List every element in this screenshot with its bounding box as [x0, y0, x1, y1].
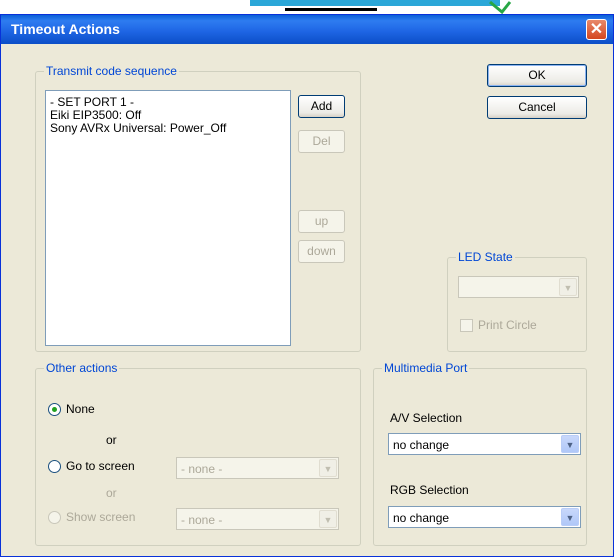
list-item[interactable]: Eiki EIP3500: Off [50, 108, 141, 122]
led-state-select[interactable]: ▼ [458, 276, 579, 298]
goto-screen-select[interactable]: - none - ▼ [176, 457, 339, 479]
background-underline [285, 8, 377, 11]
move-down-button[interactable]: down [298, 240, 345, 263]
print-circle-label: Print Circle [478, 318, 537, 332]
timeout-actions-dialog: Timeout Actions ✕ OK Cancel Transmit cod… [0, 14, 614, 557]
chevron-down-icon: ▼ [561, 435, 579, 453]
chevron-down-icon: ▼ [319, 459, 337, 477]
add-button[interactable]: Add [298, 95, 345, 118]
none-label: None [66, 402, 95, 416]
delete-button[interactable]: Del [298, 130, 345, 153]
or-label: or [106, 486, 117, 500]
av-selection-select[interactable]: no change ▼ [388, 433, 581, 455]
move-up-button[interactable]: up [298, 210, 345, 233]
multimedia-port-group-label: Multimedia Port [382, 361, 470, 375]
close-button[interactable]: ✕ [586, 19, 607, 40]
chevron-down-icon: ▼ [319, 510, 337, 528]
other-actions-group-label: Other actions [44, 361, 120, 375]
goto-screen-radio[interactable] [48, 460, 61, 473]
transmit-code-group: Transmit code sequence - SET PORT 1 - Ei… [35, 64, 361, 352]
show-screen-select[interactable]: - none - ▼ [176, 508, 339, 530]
chevron-down-icon: ▼ [561, 508, 579, 526]
background-bar [250, 0, 500, 6]
list-item[interactable]: - SET PORT 1 - [50, 95, 134, 109]
goto-screen-value: - none - [181, 462, 223, 476]
led-state-group-label: LED State [456, 250, 515, 264]
list-item[interactable]: Sony AVRx Universal: Power_Off [50, 121, 226, 135]
other-actions-group: Other actions None or Go to screen - non… [35, 361, 361, 546]
window-title: Timeout Actions [11, 21, 120, 37]
close-icon: ✕ [589, 21, 604, 38]
rgb-selection-label: RGB Selection [390, 483, 469, 497]
show-screen-label: Show screen [66, 510, 136, 524]
title-bar: Timeout Actions ✕ [1, 15, 613, 44]
chevron-down-icon: ▼ [559, 278, 577, 296]
goto-screen-label: Go to screen [66, 459, 135, 473]
cancel-button[interactable]: Cancel [487, 96, 587, 119]
av-selection-value: no change [393, 438, 450, 452]
none-radio[interactable] [48, 403, 61, 416]
rgb-selection-value: no change [393, 511, 450, 525]
av-selection-label: A/V Selection [390, 411, 463, 425]
show-screen-value: - none - [181, 513, 223, 527]
ok-button[interactable]: OK [487, 64, 587, 87]
code-sequence-list[interactable]: - SET PORT 1 - Eiki EIP3500: Off Sony AV… [45, 90, 291, 346]
led-state-group: LED State ▼ Print Circle [447, 250, 587, 352]
arrow-icon [489, 0, 512, 14]
print-circle-checkbox[interactable] [460, 319, 473, 332]
transmit-code-group-label: Transmit code sequence [44, 64, 179, 78]
multimedia-port-group: Multimedia Port A/V Selection no change … [373, 361, 587, 546]
show-screen-radio[interactable] [48, 511, 61, 524]
background-window-strip [0, 0, 614, 14]
or-label: or [106, 433, 117, 447]
rgb-selection-select[interactable]: no change ▼ [388, 506, 581, 528]
